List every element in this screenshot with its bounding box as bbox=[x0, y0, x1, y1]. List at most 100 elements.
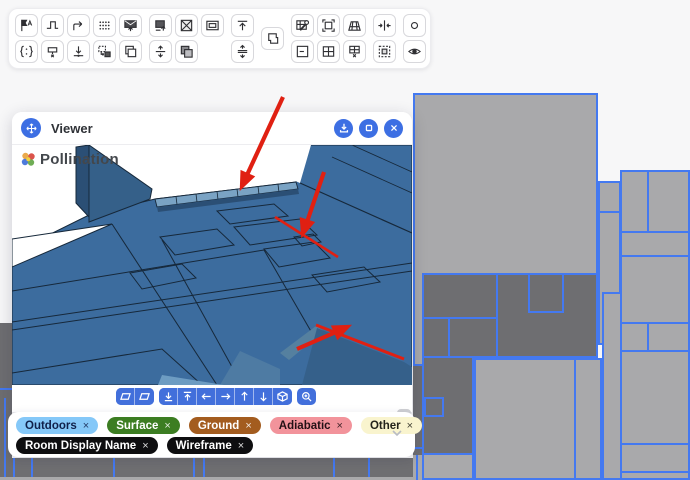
isometric-view-button[interactable] bbox=[273, 388, 292, 405]
zoom-extents-icon bbox=[301, 391, 312, 402]
box-in-box-button[interactable] bbox=[201, 14, 224, 37]
split-vertical-button[interactable] bbox=[231, 40, 254, 63]
plan-room bbox=[422, 273, 498, 319]
remove-tag-icon[interactable]: × bbox=[407, 420, 413, 432]
plan-room bbox=[598, 181, 621, 213]
move-icon bbox=[21, 118, 41, 138]
down-view-button[interactable] bbox=[254, 388, 273, 405]
remove-tag-icon[interactable]: × bbox=[164, 420, 170, 432]
tag-ground[interactable]: Ground× bbox=[189, 417, 261, 434]
viewer-3d-canvas[interactable]: Pollination bbox=[12, 145, 412, 385]
union-icon bbox=[179, 44, 194, 59]
legend-tags-panel: Outdoors× Surface× Ground× Adiabatic× Ot… bbox=[8, 412, 415, 457]
plan-line bbox=[0, 388, 12, 390]
up-view-button[interactable] bbox=[235, 388, 254, 405]
plan-room bbox=[422, 317, 450, 358]
point-circle-icon bbox=[407, 18, 422, 33]
right-view-button[interactable] bbox=[216, 388, 235, 405]
close-button[interactable] bbox=[384, 119, 403, 138]
plan-room bbox=[12, 458, 413, 477]
remove-tag-icon[interactable]: × bbox=[83, 420, 89, 432]
corner-arrow-button[interactable] bbox=[67, 14, 90, 37]
envelope-export-icon bbox=[123, 18, 138, 33]
viewer-window: Viewer Pollination bbox=[12, 112, 412, 412]
remove-tag-icon[interactable]: × bbox=[337, 420, 343, 432]
tags-row-1: Outdoors× Surface× Ground× Adiabatic× Ot… bbox=[16, 417, 407, 434]
tag-wireframe[interactable]: Wireframe× bbox=[167, 437, 254, 454]
viewer-titlebar[interactable]: Viewer bbox=[12, 112, 412, 145]
tag-surface[interactable]: Surface× bbox=[107, 417, 180, 434]
distribute-vertical-button[interactable] bbox=[149, 40, 172, 63]
eye-visibility-icon bbox=[407, 44, 422, 59]
brace-match-button[interactable] bbox=[15, 40, 38, 63]
download-button[interactable] bbox=[334, 119, 353, 138]
surface-grid-button[interactable] bbox=[343, 14, 366, 37]
arrow-left-icon bbox=[201, 391, 212, 402]
eye-visibility-button[interactable] bbox=[403, 40, 426, 63]
zoom-extents-button[interactable] bbox=[297, 388, 316, 405]
maximize-icon bbox=[363, 122, 375, 134]
maximize-button[interactable] bbox=[359, 119, 378, 138]
pin-down-icon bbox=[71, 44, 86, 59]
plan-room bbox=[422, 453, 474, 480]
box-minus-button[interactable] bbox=[291, 40, 314, 63]
expand-tags-button[interactable] bbox=[389, 425, 405, 441]
plan-room bbox=[620, 443, 690, 473]
flag-delete-button[interactable] bbox=[41, 40, 64, 63]
tag-label: Adiabatic bbox=[279, 420, 331, 432]
pollination-brand: Pollination bbox=[20, 151, 119, 168]
remove-tag-icon[interactable]: × bbox=[142, 440, 148, 452]
union-button[interactable] bbox=[175, 40, 198, 63]
plan-view-button[interactable] bbox=[116, 388, 135, 405]
left-view-button[interactable] bbox=[197, 388, 216, 405]
elevation-view-button[interactable] bbox=[135, 388, 154, 405]
copy-button[interactable] bbox=[119, 40, 142, 63]
plan-line bbox=[333, 458, 335, 477]
polygon-room-button[interactable] bbox=[261, 27, 284, 50]
corner-arrow-icon bbox=[71, 18, 86, 33]
plan-room bbox=[620, 322, 649, 352]
close-icon bbox=[388, 122, 400, 134]
text-annotate-button[interactable] bbox=[15, 14, 38, 37]
pin-down-button[interactable] bbox=[67, 40, 90, 63]
plan-room bbox=[620, 170, 649, 233]
x-box-button[interactable] bbox=[175, 14, 198, 37]
plan-line bbox=[113, 458, 115, 477]
selection-box-button[interactable] bbox=[373, 40, 396, 63]
plan-room bbox=[620, 231, 690, 257]
envelope-export-button[interactable] bbox=[119, 14, 142, 37]
dot-grid-button[interactable] bbox=[93, 14, 116, 37]
cube-icon bbox=[277, 391, 288, 402]
remove-tag-icon[interactable]: × bbox=[245, 420, 251, 432]
toolbar-spacer bbox=[201, 40, 224, 63]
brace-match-icon bbox=[19, 44, 34, 59]
box-minus-icon bbox=[295, 44, 310, 59]
tag-outdoors[interactable]: Outdoors× bbox=[16, 417, 98, 434]
grid-wrench-button[interactable] bbox=[291, 14, 314, 37]
bottom-view-button[interactable] bbox=[159, 388, 178, 405]
point-circle-button[interactable] bbox=[403, 14, 426, 37]
plan-line bbox=[31, 458, 33, 477]
image-export-button[interactable] bbox=[149, 14, 172, 37]
plan-room bbox=[620, 255, 690, 324]
rooms-transfer-button[interactable] bbox=[93, 40, 116, 63]
step-wave-button[interactable] bbox=[41, 14, 64, 37]
grid-4-button[interactable] bbox=[317, 40, 340, 63]
arrow-up-to-bar-icon bbox=[182, 391, 193, 402]
arrow-up-icon bbox=[239, 391, 250, 402]
arrow-right-icon bbox=[220, 391, 231, 402]
tag-room-display-name[interactable]: Room Display Name× bbox=[16, 437, 158, 454]
collapse-horizontal-button[interactable] bbox=[373, 14, 396, 37]
building-3d-model bbox=[12, 145, 412, 385]
brand-text: Pollination bbox=[40, 151, 119, 168]
remove-tag-icon[interactable]: × bbox=[238, 440, 244, 452]
scale-box-button[interactable] bbox=[317, 14, 340, 37]
copy-icon bbox=[123, 44, 138, 59]
plan-line bbox=[193, 458, 195, 477]
top-view-button[interactable] bbox=[178, 388, 197, 405]
grid-delete-button[interactable] bbox=[343, 40, 366, 63]
arrow-up-to-bar-button[interactable] bbox=[231, 14, 254, 37]
plan-room bbox=[620, 471, 690, 480]
plan-room bbox=[574, 358, 602, 480]
tag-adiabatic[interactable]: Adiabatic × bbox=[270, 417, 352, 434]
